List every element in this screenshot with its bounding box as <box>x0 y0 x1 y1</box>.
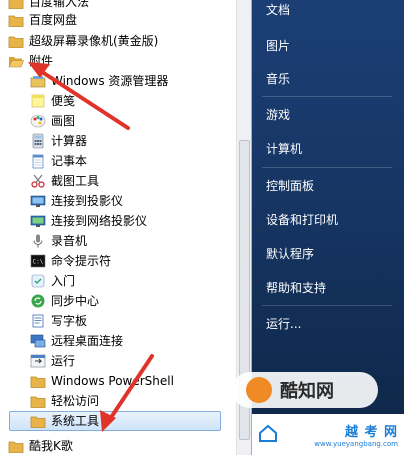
right-link-games[interactable]: 游戏 <box>266 107 290 123</box>
right-link-control-panel[interactable]: 控制面板 <box>266 178 314 194</box>
separator <box>262 305 392 306</box>
watermark-yueyang: 越 考 网 www.yueyangbang.com <box>252 414 404 455</box>
watermark-brand: 越 考 网 <box>344 425 398 440</box>
separator <box>262 96 392 97</box>
watermark-logo-icon <box>246 377 272 403</box>
arrow-to-accessories <box>34 66 130 130</box>
annotation-arrows <box>28 62 154 432</box>
right-link-default-programs[interactable]: 默认程序 <box>266 246 314 262</box>
watermark-kuzhi: 酷知网 <box>232 372 378 408</box>
right-link-run[interactable]: 运行... <box>266 316 301 332</box>
right-link-music[interactable]: 音乐 <box>266 71 290 87</box>
right-link-pictures[interactable]: 图片 <box>266 38 290 54</box>
arrow-to-system-tools <box>106 354 154 424</box>
watermark-url: www.yueyangbang.com <box>314 440 398 448</box>
all-programs-panel: 百度输入法 百度网盘 超级屏幕录像机(黄金版) 附件 Windows 资源管理器… <box>0 0 252 455</box>
watermark-site-name: 酷知网 <box>280 381 334 402</box>
right-link-computer[interactable]: 计算机 <box>266 141 302 157</box>
house-icon <box>259 424 277 442</box>
separator <box>262 167 392 168</box>
right-link-devices-printers[interactable]: 设备和打印机 <box>266 212 338 228</box>
right-link-documents[interactable]: 文档 <box>266 2 290 18</box>
right-link-help-support[interactable]: 帮助和支持 <box>266 280 326 296</box>
